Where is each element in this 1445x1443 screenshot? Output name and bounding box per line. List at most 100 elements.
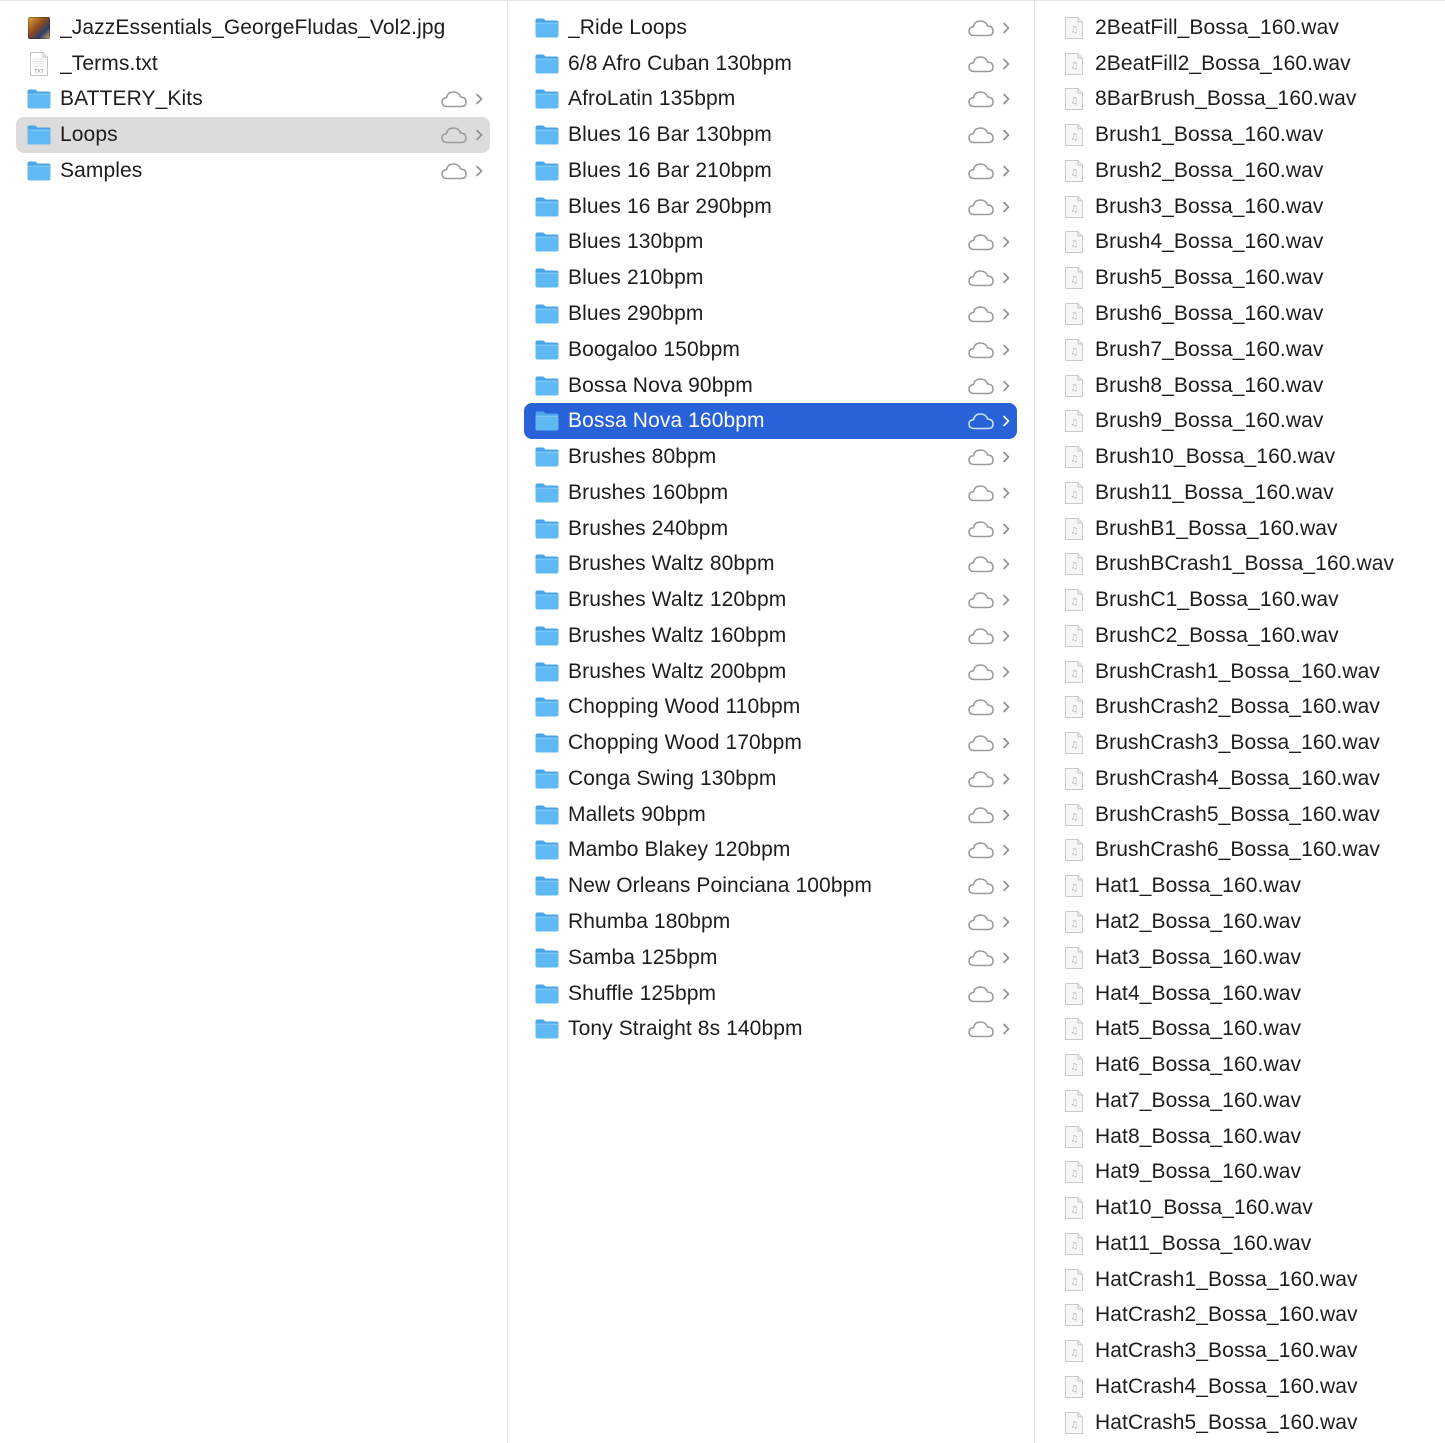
- file-row[interactable]: ♫ Hat4_Bossa_160.wav: [1051, 976, 1437, 1012]
- file-row[interactable]: ♫ Brush9_Bossa_160.wav: [1051, 403, 1437, 439]
- icloud-download-icon[interactable]: [967, 733, 1001, 753]
- file-row[interactable]: ♫ BrushBCrash1_Bossa_160.wav: [1051, 546, 1437, 582]
- file-row[interactable]: ♫ Hat9_Bossa_160.wav: [1051, 1155, 1437, 1191]
- folder-row[interactable]: Brushes Waltz 160bpm: [524, 618, 1017, 654]
- icloud-download-icon[interactable]: [967, 340, 1001, 360]
- folder-row[interactable]: Chopping Wood 170bpm: [524, 725, 1017, 761]
- icloud-download-icon[interactable]: [967, 304, 1001, 324]
- folder-row[interactable]: Blues 290bpm: [524, 296, 1017, 332]
- folder-row[interactable]: 6/8 Afro Cuban 130bpm: [524, 46, 1017, 82]
- file-row[interactable]: ♫ BrushCrash4_Bossa_160.wav: [1051, 761, 1437, 797]
- icloud-download-icon[interactable]: [967, 447, 1001, 467]
- file-row[interactable]: ♫ 2BeatFill_Bossa_160.wav: [1051, 10, 1437, 46]
- folder-row[interactable]: Bossa Nova 90bpm: [524, 368, 1017, 404]
- file-row[interactable]: ♫ BrushB1_Bossa_160.wav: [1051, 511, 1437, 547]
- icloud-download-icon[interactable]: [967, 626, 1001, 646]
- file-row[interactable]: TXT _Terms.txt: [16, 46, 490, 82]
- icloud-download-icon[interactable]: [967, 125, 1001, 145]
- file-row[interactable]: ♫ BrushCrash5_Bossa_160.wav: [1051, 797, 1437, 833]
- folder-row[interactable]: Blues 210bpm: [524, 260, 1017, 296]
- icloud-download-icon[interactable]: [967, 697, 1001, 717]
- icloud-download-icon[interactable]: [967, 1019, 1001, 1039]
- file-row[interactable]: ♫ 2BeatFill2_Bossa_160.wav: [1051, 46, 1437, 82]
- folder-row[interactable]: Mallets 90bpm: [524, 797, 1017, 833]
- icloud-download-icon[interactable]: [967, 54, 1001, 74]
- icloud-download-icon[interactable]: [967, 769, 1001, 789]
- file-row[interactable]: ♫ HatCrash2_Bossa_160.wav: [1051, 1298, 1437, 1334]
- file-row[interactable]: ♫ Brush8_Bossa_160.wav: [1051, 368, 1437, 404]
- file-row[interactable]: ♫ Hat3_Bossa_160.wav: [1051, 940, 1437, 976]
- folder-row[interactable]: New Orleans Poinciana 100bpm: [524, 868, 1017, 904]
- folder-row[interactable]: Brushes 240bpm: [524, 511, 1017, 547]
- file-row[interactable]: ♫ Hat11_Bossa_160.wav: [1051, 1226, 1437, 1262]
- file-row[interactable]: ♫ BrushCrash3_Bossa_160.wav: [1051, 725, 1437, 761]
- icloud-download-icon[interactable]: [967, 840, 1001, 860]
- file-row[interactable]: ♫ Hat8_Bossa_160.wav: [1051, 1119, 1437, 1155]
- icloud-download-icon[interactable]: [967, 18, 1001, 38]
- icloud-download-icon[interactable]: [967, 161, 1001, 181]
- icloud-download-icon[interactable]: [967, 483, 1001, 503]
- icloud-download-icon[interactable]: [967, 89, 1001, 109]
- file-row[interactable]: ♫ BrushCrash2_Bossa_160.wav: [1051, 690, 1437, 726]
- icloud-download-icon[interactable]: [440, 125, 474, 145]
- file-row[interactable]: ♫ BrushCrash6_Bossa_160.wav: [1051, 833, 1437, 869]
- folder-row[interactable]: Tony Straight 8s 140bpm: [524, 1011, 1017, 1047]
- folder-row[interactable]: BATTERY_Kits: [16, 82, 490, 118]
- file-row[interactable]: ♫ Brush1_Bossa_160.wav: [1051, 117, 1437, 153]
- file-row[interactable]: ♫ HatCrash1_Bossa_160.wav: [1051, 1262, 1437, 1298]
- folder-row[interactable]: Brushes Waltz 80bpm: [524, 546, 1017, 582]
- icloud-download-icon[interactable]: [967, 984, 1001, 1004]
- folder-row[interactable]: Blues 16 Bar 290bpm: [524, 189, 1017, 225]
- folder-row[interactable]: Blues 130bpm: [524, 225, 1017, 261]
- icloud-download-icon[interactable]: [967, 197, 1001, 217]
- file-row[interactable]: ♫ Brush5_Bossa_160.wav: [1051, 260, 1437, 296]
- folder-row[interactable]: Samples: [16, 153, 490, 189]
- folder-row[interactable]: AfroLatin 135bpm: [524, 82, 1017, 118]
- icloud-download-icon[interactable]: [967, 519, 1001, 539]
- file-row[interactable]: ♫ Brush11_Bossa_160.wav: [1051, 475, 1437, 511]
- file-row[interactable]: ♫ Brush7_Bossa_160.wav: [1051, 332, 1437, 368]
- file-row[interactable]: ♫ BrushC2_Bossa_160.wav: [1051, 618, 1437, 654]
- folder-row[interactable]: Brushes Waltz 200bpm: [524, 654, 1017, 690]
- icloud-download-icon[interactable]: [967, 376, 1001, 396]
- file-row[interactable]: ♫ Brush2_Bossa_160.wav: [1051, 153, 1437, 189]
- icloud-download-icon[interactable]: [967, 876, 1001, 896]
- folder-row[interactable]: Rhumba 180bpm: [524, 904, 1017, 940]
- folder-row[interactable]: Blues 16 Bar 130bpm: [524, 117, 1017, 153]
- folder-row[interactable]: Brushes Waltz 120bpm: [524, 582, 1017, 618]
- file-row[interactable]: ♫ HatCrash5_Bossa_160.wav: [1051, 1405, 1437, 1441]
- file-row[interactable]: ♫ Brush4_Bossa_160.wav: [1051, 225, 1437, 261]
- file-row[interactable]: ♫ BrushCrash1_Bossa_160.wav: [1051, 654, 1437, 690]
- icloud-download-icon[interactable]: [967, 590, 1001, 610]
- folder-row[interactable]: Chopping Wood 110bpm: [524, 690, 1017, 726]
- icloud-download-icon[interactable]: [967, 662, 1001, 682]
- file-row[interactable]: _JazzEssentials_GeorgeFludas_Vol2.jpg: [16, 10, 490, 46]
- icloud-download-icon[interactable]: [967, 232, 1001, 252]
- folder-row[interactable]: Brushes 80bpm: [524, 439, 1017, 475]
- folder-row[interactable]: Conga Swing 130bpm: [524, 761, 1017, 797]
- icloud-download-icon[interactable]: [967, 268, 1001, 288]
- file-row[interactable]: ♫ Hat1_Bossa_160.wav: [1051, 868, 1437, 904]
- folder-row[interactable]: Mambo Blakey 120bpm: [524, 833, 1017, 869]
- folder-row[interactable]: Samba 125bpm: [524, 940, 1017, 976]
- folder-row[interactable]: Blues 16 Bar 210bpm: [524, 153, 1017, 189]
- column-parent[interactable]: _JazzEssentials_GeorgeFludas_Vol2.jpg TXT…: [0, 1, 508, 1443]
- folder-row[interactable]: Brushes 160bpm: [524, 475, 1017, 511]
- folder-row[interactable]: Loops: [16, 117, 490, 154]
- folder-row[interactable]: _Ride Loops: [524, 10, 1017, 46]
- file-row[interactable]: ♫ Hat7_Bossa_160.wav: [1051, 1083, 1437, 1119]
- column-bossa-nova-160bpm[interactable]: ♫ 2BeatFill_Bossa_160.wav ♫ 2BeatFill2_Boss…: [1035, 1, 1445, 1443]
- folder-row[interactable]: Bossa Nova 160bpm: [524, 403, 1017, 440]
- icloud-download-icon[interactable]: [967, 411, 1001, 431]
- file-row[interactable]: ♫ Hat6_Bossa_160.wav: [1051, 1047, 1437, 1083]
- icloud-download-icon[interactable]: [967, 912, 1001, 932]
- file-row[interactable]: ♫ BrushC1_Bossa_160.wav: [1051, 582, 1437, 618]
- icloud-download-icon[interactable]: [440, 89, 474, 109]
- icloud-download-icon[interactable]: [967, 805, 1001, 825]
- file-row[interactable]: ♫ HatCrash4_Bossa_160.wav: [1051, 1369, 1437, 1405]
- file-row[interactable]: ♫ Brush6_Bossa_160.wav: [1051, 296, 1437, 332]
- file-row[interactable]: ♫ Hat2_Bossa_160.wav: [1051, 904, 1437, 940]
- file-row[interactable]: ♫ HatCrash3_Bossa_160.wav: [1051, 1333, 1437, 1369]
- icloud-download-icon[interactable]: [967, 554, 1001, 574]
- folder-row[interactable]: Shuffle 125bpm: [524, 976, 1017, 1012]
